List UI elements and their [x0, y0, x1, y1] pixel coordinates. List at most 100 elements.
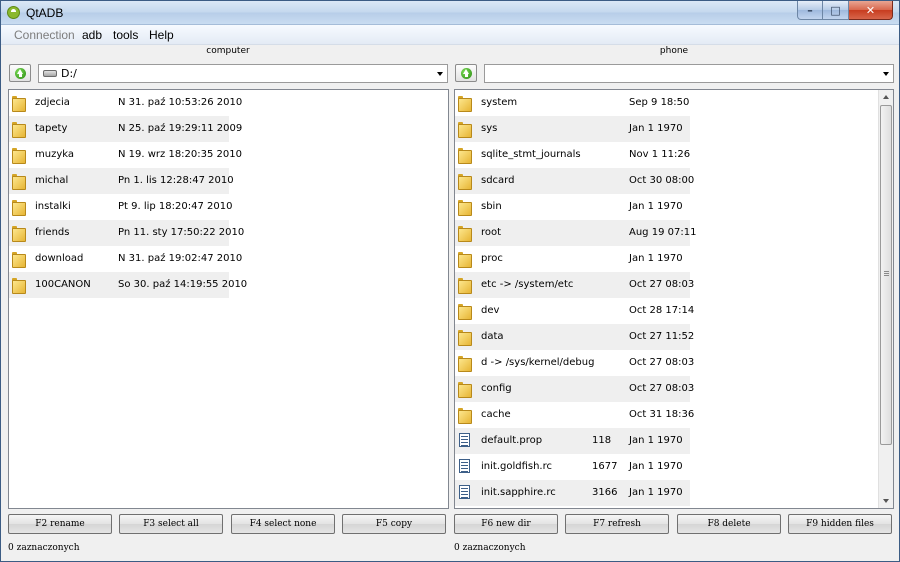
list-item[interactable]: tapety N 25. paź 19:29:11 2009: [9, 116, 242, 142]
list-item[interactable]: instalki Pt 9. lip 18:20:47 2010: [9, 194, 233, 220]
file-date: Jan 1 1970: [629, 487, 683, 498]
file-date: Jan 1 1970: [629, 435, 683, 446]
list-item[interactable]: michal Pn 1. lis 12:28:47 2010: [9, 168, 234, 194]
menu-adb[interactable]: adb: [82, 28, 102, 42]
hidden-files-button[interactable]: F9 hidden files: [788, 514, 892, 534]
folder-icon: [12, 96, 26, 112]
rename-button[interactable]: F2 rename: [8, 514, 112, 534]
list-item[interactable]: proc Jan 1 1970: [455, 246, 690, 272]
folder-icon: [458, 408, 472, 424]
minimize-button[interactable]: –: [797, 1, 823, 20]
file-date: Aug 19 07:11: [629, 227, 697, 238]
title-bar[interactable]: QtADB – □ ✕: [1, 1, 899, 25]
list-item[interactable]: root Aug 19 07:11: [455, 220, 696, 246]
close-icon: ✕: [865, 3, 876, 17]
file-date: N 25. paź 19:29:11 2009: [118, 123, 243, 134]
scroll-down-icon[interactable]: [883, 499, 889, 503]
list-item[interactable]: muzyka N 19. wrz 18:20:35 2010: [9, 142, 242, 168]
phone-file-list[interactable]: system Sep 9 18:50 sys Jan 1 1970 sqlite_stm…: [454, 89, 894, 509]
file-date: Jan 1 1970: [629, 253, 683, 264]
file-name: sys: [481, 123, 498, 134]
folder-icon: [458, 96, 472, 112]
list-item[interactable]: sqlite_stmt_journals Nov 1 11:26: [455, 142, 690, 168]
list-item[interactable]: cache Oct 31 18:36: [455, 402, 694, 428]
file-size: 118: [592, 435, 612, 446]
file-date: Jan 1 1970: [629, 461, 683, 472]
file-date: Pn 11. sty 17:50:22 2010: [118, 227, 245, 238]
list-item[interactable]: dev Oct 28 17:14: [455, 298, 694, 324]
folder-icon: [458, 226, 472, 242]
computer-up-button[interactable]: [9, 64, 31, 82]
scroll-up-icon[interactable]: [883, 95, 889, 99]
folder-icon: [458, 174, 472, 190]
file-date: Oct 27 08:03: [629, 279, 695, 290]
folder-icon: [458, 122, 472, 138]
phone-list-scrollbar[interactable]: [878, 90, 893, 508]
file-name: 100CANON: [35, 279, 91, 290]
folder-icon: [12, 122, 26, 138]
list-item[interactable]: data Oct 27 11:52: [455, 324, 694, 350]
select-none-button[interactable]: F4 select none: [231, 514, 335, 534]
computer-path-combo[interactable]: D:/: [38, 64, 448, 83]
menu-bar: Connection adb tools Help: [1, 25, 899, 45]
list-item[interactable]: config Oct 27 08:03: [455, 376, 694, 402]
file-date: Oct 27 08:03: [629, 383, 695, 394]
file-size: 1677: [592, 461, 618, 472]
window-title: QtADB: [26, 6, 64, 20]
list-item[interactable]: d -> /sys/kernel/debug Oct 27 08:03: [455, 350, 694, 376]
grip-icon: [884, 271, 889, 272]
drive-icon: [43, 70, 57, 77]
folder-icon: [458, 304, 472, 320]
list-item[interactable]: init.sapphire.rc 3166 Jan 1 1970: [455, 480, 690, 506]
file-date: Jan 1 1970: [629, 123, 683, 134]
close-button[interactable]: ✕: [849, 1, 893, 20]
list-item[interactable]: sbin Jan 1 1970: [455, 194, 690, 220]
phone-status: 0 zaznaczonych: [454, 543, 526, 553]
computer-file-list[interactable]: zdjecia N 31. paź 10:53:26 2010 tapety N 25…: [8, 89, 449, 509]
refresh-button[interactable]: F7 refresh: [565, 514, 669, 534]
copy-button[interactable]: F5 copy: [342, 514, 446, 534]
list-item[interactable]: init.goldfish.rc 1677 Jan 1 1970: [455, 454, 690, 480]
chevron-down-icon[interactable]: [437, 72, 443, 76]
folder-icon: [12, 174, 26, 190]
file-date: Pn 1. lis 12:28:47 2010: [118, 175, 234, 186]
folder-icon: [458, 330, 472, 346]
list-item[interactable]: sdcard Oct 30 08:00: [455, 168, 694, 194]
delete-button[interactable]: F8 delete: [677, 514, 781, 534]
file-name: root: [481, 227, 502, 238]
minimize-icon: –: [807, 3, 813, 17]
computer-path-value: D:/: [61, 67, 77, 80]
list-item[interactable]: default.prop 118 Jan 1 1970: [455, 428, 690, 454]
file-date: Sep 9 18:50: [629, 97, 690, 108]
list-item[interactable]: sys Jan 1 1970: [455, 116, 690, 142]
menu-tools[interactable]: tools: [113, 28, 138, 42]
phone-path-combo[interactable]: [484, 64, 894, 83]
maximize-button[interactable]: □: [823, 1, 849, 20]
folder-icon: [458, 278, 472, 294]
phone-panel-label: phone: [659, 46, 689, 56]
menu-connection[interactable]: Connection: [14, 28, 75, 42]
file-icon: [459, 485, 470, 499]
list-item[interactable]: friends Pn 11. sty 17:50:22 2010: [9, 220, 244, 246]
phone-up-button[interactable]: [455, 64, 477, 82]
menu-help[interactable]: Help: [149, 28, 174, 42]
file-name: muzyka: [35, 149, 74, 160]
list-item[interactable]: system Sep 9 18:50: [455, 90, 690, 116]
list-item[interactable]: etc -> /system/etc Oct 27 08:03: [455, 272, 694, 298]
list-item[interactable]: download N 31. paź 19:02:47 2010: [9, 246, 242, 272]
new-dir-button[interactable]: F6 new dir: [454, 514, 558, 534]
list-item[interactable]: 100CANON So 30. paź 14:19:55 2010: [9, 272, 247, 298]
file-name: sdcard: [481, 175, 515, 186]
file-name: config: [481, 383, 512, 394]
folder-icon: [458, 200, 472, 216]
list-item[interactable]: zdjecia N 31. paź 10:53:26 2010: [9, 90, 242, 116]
chevron-down-icon[interactable]: [883, 72, 889, 76]
file-date: Jan 1 1970: [629, 201, 683, 212]
file-date: Oct 31 18:36: [629, 409, 695, 420]
file-name: d -> /sys/kernel/debug: [481, 357, 595, 368]
select-all-button[interactable]: F3 select all: [119, 514, 223, 534]
scrollbar-thumb[interactable]: [880, 105, 892, 445]
file-date: Pt 9. lip 18:20:47 2010: [118, 201, 233, 212]
folder-icon: [12, 148, 26, 164]
app-window: QtADB – □ ✕ Connection adb tools Help co…: [0, 0, 900, 562]
